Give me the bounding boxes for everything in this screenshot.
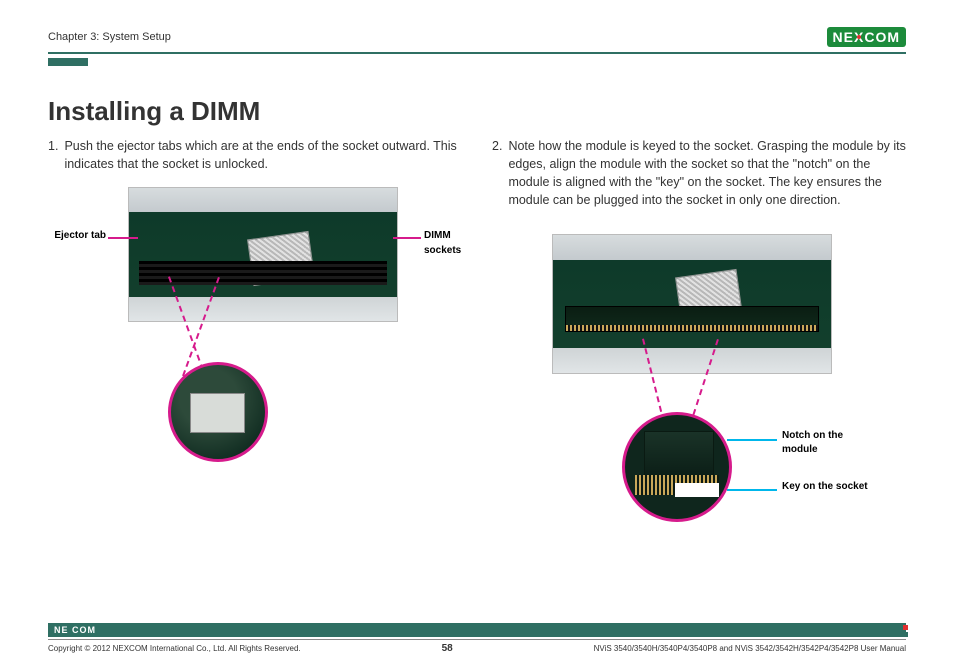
footer-copyright: Copyright © 2012 NEXCOM International Co… xyxy=(48,644,301,653)
callout-line xyxy=(393,237,421,239)
manual-page: Chapter 3: System Setup NE X COM Install… xyxy=(0,0,954,672)
label-notch: Notch on the module xyxy=(782,429,872,458)
logo-text-x: X xyxy=(854,29,864,45)
motherboard-photo-1 xyxy=(128,187,398,322)
step-2: 2. Note how the module is keyed to the s… xyxy=(492,137,906,210)
chapter-label: Chapter 3: System Setup xyxy=(48,31,171,43)
callout-line-cyan xyxy=(727,489,777,491)
ram-module-graphic xyxy=(565,306,819,332)
callout-line-cyan xyxy=(727,439,777,441)
detail-circle-notch xyxy=(622,412,732,522)
dimm-slots-graphic xyxy=(139,261,387,285)
logo-text-left: NE xyxy=(833,29,854,45)
step-1-number: 1. xyxy=(48,137,58,173)
label-key: Key on the socket xyxy=(782,480,872,495)
footer-decoration xyxy=(889,625,908,637)
nexcom-logo: NE X COM xyxy=(827,27,906,47)
footer-logo-text: NE COM xyxy=(54,625,96,635)
figure-2: Notch on the module Key on the socket xyxy=(492,234,906,534)
content-columns: 1. Push the ejector tabs which are at th… xyxy=(48,137,906,534)
step-1: 1. Push the ejector tabs which are at th… xyxy=(48,137,462,173)
right-column: 2. Note how the module is keyed to the s… xyxy=(492,137,906,534)
ejector-detail-graphic xyxy=(190,393,245,433)
footer-rule xyxy=(48,639,906,640)
motherboard-photo-2 xyxy=(552,234,832,374)
page-footer: NE COM Copyright © 2012 NEXCOM Internati… xyxy=(48,623,906,654)
label-ejector-tab: Ejector tab xyxy=(48,229,106,244)
step-2-text: Note how the module is keyed to the sock… xyxy=(508,137,906,210)
footer-bar: NE COM xyxy=(48,623,906,637)
module-chip-graphic xyxy=(644,431,714,476)
page-header: Chapter 3: System Setup NE X COM xyxy=(48,26,906,48)
detail-circle-ejector xyxy=(168,362,268,462)
footer-text-row: Copyright © 2012 NEXCOM International Co… xyxy=(48,643,906,654)
label-dimm-sockets: DIMM sockets xyxy=(424,229,484,258)
page-title: Installing a DIMM xyxy=(48,96,906,127)
figure-1: Ejector tab DIMM sockets xyxy=(48,187,462,477)
left-column: 1. Push the ejector tabs which are at th… xyxy=(48,137,462,534)
footer-page-number: 58 xyxy=(442,643,453,654)
accent-bar xyxy=(48,58,88,66)
footer-doc-ref: NViS 3540/3540H/3540P4/3540P8 and NViS 3… xyxy=(594,644,906,653)
module-barcode-graphic xyxy=(675,483,719,497)
step-1-text: Push the ejector tabs which are at the e… xyxy=(64,137,462,173)
callout-line xyxy=(108,237,138,239)
step-2-number: 2. xyxy=(492,137,502,210)
header-rule xyxy=(48,52,906,54)
logo-text-right: COM xyxy=(864,29,900,45)
